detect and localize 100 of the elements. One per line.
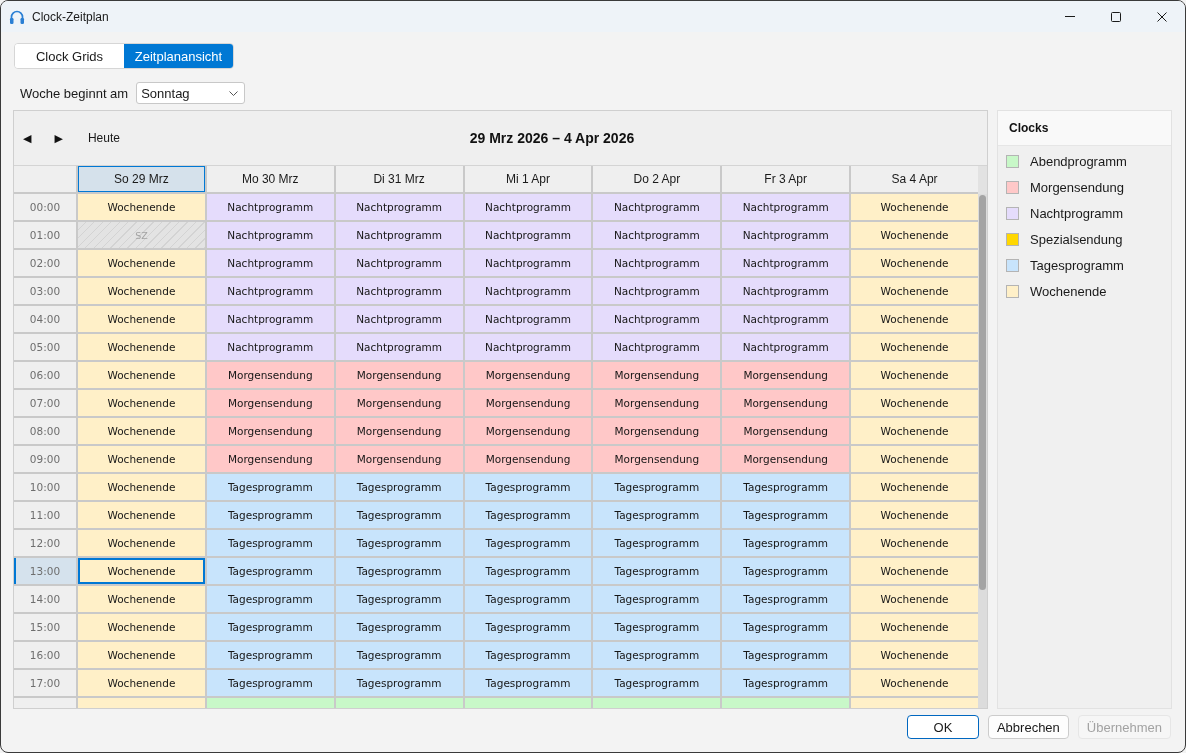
schedule-slot[interactable] bbox=[78, 698, 205, 708]
schedule-slot[interactable]: Nachtprogramm bbox=[593, 306, 721, 332]
schedule-slot[interactable]: Tagesprogramm bbox=[593, 474, 721, 500]
schedule-slot[interactable]: Wochenende bbox=[851, 642, 978, 668]
schedule-slot[interactable] bbox=[593, 698, 721, 708]
schedule-slot[interactable]: Wochenende bbox=[78, 446, 205, 472]
schedule-slot[interactable]: Wochenende bbox=[78, 474, 205, 500]
schedule-slot[interactable]: Nachtprogramm bbox=[335, 222, 463, 248]
schedule-slot[interactable]: Morgensendung bbox=[593, 362, 721, 388]
schedule-slot[interactable]: Tagesprogramm bbox=[206, 502, 334, 528]
schedule-slot[interactable]: Tagesprogramm bbox=[335, 642, 463, 668]
schedule-slot[interactable]: Morgensendung bbox=[335, 418, 463, 444]
schedule-slot[interactable]: Morgensendung bbox=[206, 446, 334, 472]
schedule-slot[interactable]: Tagesprogramm bbox=[206, 530, 334, 556]
schedule-slot[interactable]: Wochenende bbox=[851, 446, 978, 472]
cancel-button[interactable]: Abbrechen bbox=[987, 715, 1069, 739]
schedule-slot[interactable]: Wochenende bbox=[851, 390, 978, 416]
schedule-slot[interactable]: Tagesprogramm bbox=[206, 670, 334, 696]
schedule-slot[interactable]: Nachtprogramm bbox=[593, 334, 721, 360]
schedule-slot[interactable]: Wochenende bbox=[851, 558, 978, 584]
schedule-slot[interactable]: Nachtprogramm bbox=[464, 306, 592, 332]
schedule-slot[interactable]: Tagesprogramm bbox=[593, 642, 721, 668]
schedule-slot[interactable]: Tagesprogramm bbox=[206, 586, 334, 612]
schedule-slot[interactable]: Tagesprogramm bbox=[722, 642, 850, 668]
schedule-slot[interactable]: Wochenende bbox=[851, 222, 978, 248]
schedule-slot[interactable]: Morgensendung bbox=[593, 446, 721, 472]
schedule-slot[interactable]: Tagesprogramm bbox=[722, 474, 850, 500]
schedule-slot[interactable]: Tagesprogramm bbox=[335, 558, 463, 584]
schedule-slot[interactable]: Tagesprogramm bbox=[335, 586, 463, 612]
schedule-slot[interactable]: Tagesprogramm bbox=[464, 502, 592, 528]
schedule-slot[interactable]: Tagesprogramm bbox=[206, 558, 334, 584]
schedule-slot[interactable]: Nachtprogramm bbox=[464, 334, 592, 360]
previous-week-button[interactable]: ◀ bbox=[18, 127, 37, 149]
schedule-slot[interactable] bbox=[851, 698, 978, 708]
schedule-slot[interactable]: Morgensendung bbox=[464, 390, 592, 416]
schedule-slot[interactable]: Nachtprogramm bbox=[335, 278, 463, 304]
schedule-slot[interactable]: Morgensendung bbox=[464, 362, 592, 388]
schedule-slot[interactable]: Wochenende bbox=[78, 362, 205, 388]
schedule-slot[interactable]: Tagesprogramm bbox=[593, 614, 721, 640]
schedule-slot[interactable] bbox=[335, 698, 463, 708]
schedule-slot[interactable]: Tagesprogramm bbox=[593, 558, 721, 584]
schedule-slot[interactable]: Wochenende bbox=[851, 278, 978, 304]
schedule-slot[interactable]: Nachtprogramm bbox=[593, 222, 721, 248]
schedule-slot[interactable]: Nachtprogramm bbox=[335, 194, 463, 220]
schedule-slot[interactable]: Morgensendung bbox=[206, 418, 334, 444]
schedule-slot[interactable]: Tagesprogramm bbox=[722, 586, 850, 612]
schedule-slot[interactable]: Nachtprogramm bbox=[593, 278, 721, 304]
schedule-slot[interactable]: Wochenende bbox=[78, 334, 205, 360]
schedule-slot[interactable]: Tagesprogramm bbox=[722, 614, 850, 640]
schedule-slot[interactable]: Tagesprogramm bbox=[335, 502, 463, 528]
ok-button[interactable]: OK bbox=[906, 715, 979, 739]
view-tab[interactable]: Zeitplanansicht bbox=[124, 44, 233, 68]
schedule-slot[interactable]: Wochenende bbox=[851, 334, 978, 360]
schedule-slot[interactable]: Tagesprogramm bbox=[464, 586, 592, 612]
schedule-slot[interactable]: Tagesprogramm bbox=[464, 474, 592, 500]
schedule-slot[interactable]: Wochenende bbox=[851, 474, 978, 500]
schedule-slot[interactable]: Wochenende bbox=[78, 530, 205, 556]
schedule-slot[interactable]: Nachtprogramm bbox=[335, 334, 463, 360]
schedule-slot[interactable]: Tagesprogramm bbox=[722, 558, 850, 584]
schedule-slot[interactable]: Nachtprogramm bbox=[722, 278, 850, 304]
schedule-slot[interactable]: Tagesprogramm bbox=[335, 614, 463, 640]
schedule-slot[interactable]: Morgensendung bbox=[464, 418, 592, 444]
schedule-slot[interactable]: Wochenende bbox=[851, 306, 978, 332]
schedule-slot[interactable]: Morgensendung bbox=[593, 418, 721, 444]
schedule-slot[interactable]: Wochenende bbox=[851, 362, 978, 388]
schedule-slot[interactable]: Nachtprogramm bbox=[464, 250, 592, 276]
schedule-slot[interactable]: Wochenende bbox=[78, 418, 205, 444]
schedule-slot[interactable]: Nachtprogramm bbox=[464, 194, 592, 220]
schedule-slot[interactable]: Tagesprogramm bbox=[335, 474, 463, 500]
schedule-slot[interactable]: Morgensendung bbox=[593, 390, 721, 416]
schedule-slot[interactable]: Tagesprogramm bbox=[335, 530, 463, 556]
schedule-slot[interactable]: Wochenende bbox=[851, 586, 978, 612]
schedule-slot[interactable]: Wochenende bbox=[78, 670, 205, 696]
schedule-slot[interactable]: Morgensendung bbox=[335, 362, 463, 388]
schedule-slot[interactable]: Wochenende bbox=[851, 250, 978, 276]
schedule-slot[interactable]: Nachtprogramm bbox=[722, 306, 850, 332]
schedule-slot[interactable]: Nachtprogramm bbox=[722, 222, 850, 248]
schedule-slot[interactable]: Wochenende bbox=[851, 530, 978, 556]
schedule-slot[interactable]: Wochenende bbox=[78, 278, 205, 304]
schedule-slot[interactable]: Wochenende bbox=[851, 614, 978, 640]
schedule-slot[interactable]: Tagesprogramm bbox=[206, 474, 334, 500]
week-start-dropdown[interactable]: Sonntag bbox=[136, 82, 246, 104]
schedule-slot[interactable] bbox=[722, 698, 850, 708]
schedule-slot[interactable]: Nachtprogramm bbox=[722, 250, 850, 276]
schedule-slot[interactable]: Wochenende bbox=[78, 586, 205, 612]
schedule-slot[interactable]: Wochenende bbox=[78, 390, 205, 416]
schedule-slot[interactable]: Tagesprogramm bbox=[335, 670, 463, 696]
schedule-slot[interactable]: Wochenende bbox=[78, 558, 205, 584]
schedule-slot[interactable]: Tagesprogramm bbox=[722, 530, 850, 556]
schedule-slot[interactable]: Nachtprogramm bbox=[206, 306, 334, 332]
schedule-slot[interactable]: Wochenende bbox=[78, 614, 205, 640]
schedule-slot[interactable]: Nachtprogramm bbox=[593, 194, 721, 220]
schedule-slot[interactable]: Nachtprogramm bbox=[722, 194, 850, 220]
schedule-slot[interactable]: Tagesprogramm bbox=[464, 558, 592, 584]
schedule-slot[interactable]: Nachtprogramm bbox=[206, 222, 334, 248]
schedule-slot[interactable]: Wochenende bbox=[78, 250, 205, 276]
schedule-slot[interactable]: Nachtprogramm bbox=[206, 194, 334, 220]
scrollbar-thumb[interactable] bbox=[979, 195, 986, 590]
schedule-slot[interactable] bbox=[206, 698, 334, 708]
schedule-slot[interactable]: Wochenende bbox=[78, 306, 205, 332]
